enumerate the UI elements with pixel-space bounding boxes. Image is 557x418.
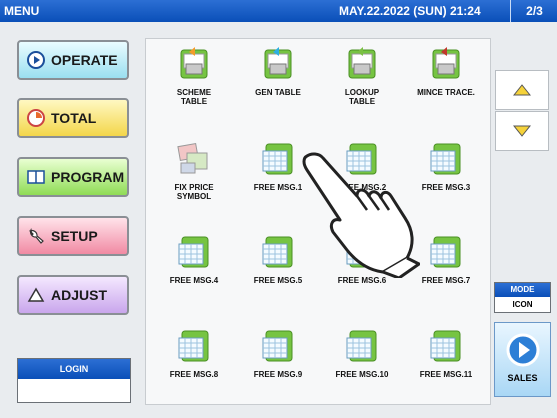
message-icon <box>262 330 293 362</box>
menu-item-label: FREE MSG.8 <box>169 370 219 379</box>
menu-item-label: FIX PRICE SYMBOL <box>174 183 214 201</box>
scroll-up-button[interactable] <box>495 70 549 110</box>
mode-value: ICON <box>512 300 533 309</box>
adjust-button[interactable]: ADJUST <box>17 275 129 315</box>
menu-item-label: SCHEME TABLE <box>176 88 212 106</box>
page-indicator: 2/3 <box>510 0 557 22</box>
menu-item-label: LOOKUP TABLE <box>344 88 380 106</box>
table-icon <box>180 47 208 79</box>
operate-button[interactable]: OPERATE <box>17 40 129 80</box>
menu-item[interactable]: FREE MSG.4 <box>151 234 237 285</box>
meat-icon <box>432 47 460 79</box>
clock-icon <box>27 109 45 127</box>
message-icon <box>178 330 209 362</box>
mode-label: MODE <box>495 283 550 297</box>
date-time: MAY.22.2022 (SUN) 21:24 <box>339 4 481 18</box>
play-icon <box>27 51 45 69</box>
message-icon <box>262 236 293 268</box>
menu-item[interactable]: FIX PRICE SYMBOL <box>151 141 237 201</box>
price-symbol-icon <box>177 142 208 174</box>
scroll-down-button[interactable] <box>495 111 549 151</box>
menu-item[interactable]: SCHEME TABLE <box>151 46 237 106</box>
total-button[interactable]: TOTAL <box>17 98 129 138</box>
message-icon <box>430 143 461 175</box>
pointing-hand-icon <box>302 152 420 278</box>
login-label: LOGIN <box>18 359 130 379</box>
sales-button[interactable]: SALES <box>494 322 551 397</box>
message-icon <box>430 330 461 362</box>
menu-item[interactable]: FREE MSG.9 <box>235 328 321 379</box>
menu-item[interactable]: GEN TABLE <box>235 46 321 97</box>
book-icon <box>27 168 45 186</box>
message-icon <box>178 236 209 268</box>
adjust-label: ADJUST <box>51 287 108 303</box>
menu-item[interactable]: FREE MSG.10 <box>319 328 405 379</box>
menu-item-label: GEN TABLE <box>255 88 301 97</box>
wrench-icon <box>27 227 45 245</box>
operate-label: OPERATE <box>51 52 118 68</box>
menu-item-label: FREE MSG.9 <box>253 370 303 379</box>
message-icon <box>346 330 377 362</box>
message-icon <box>262 143 293 175</box>
table-icon <box>348 47 376 79</box>
sales-label: SALES <box>507 373 538 383</box>
menu-item[interactable]: MINCE TRACE. <box>403 46 489 97</box>
table-icon <box>264 47 292 79</box>
menu-item-label: FREE MSG.11 <box>419 370 473 379</box>
menu-item[interactable]: FREE MSG.11 <box>403 328 489 379</box>
play-circle-icon <box>506 333 539 367</box>
menu-item-label: FREE MSG.10 <box>335 370 389 379</box>
setup-button[interactable]: SETUP <box>17 216 129 256</box>
top-bar: MENU MAY.22.2022 (SUN) 21:24 2/3 <box>0 0 557 22</box>
program-label: PROGRAM <box>51 169 125 185</box>
menu-item[interactable]: FREE MSG.8 <box>151 328 237 379</box>
message-icon <box>430 236 461 268</box>
total-label: TOTAL <box>51 110 97 126</box>
menu-item-label: MINCE TRACE. <box>417 88 475 97</box>
program-button[interactable]: PROGRAM <box>17 157 129 197</box>
menu-title: MENU <box>4 4 40 18</box>
menu-item-label: FREE MSG.4 <box>169 276 219 285</box>
arrow-down-icon <box>513 125 531 137</box>
arrow-up-icon <box>513 84 531 96</box>
setup-label: SETUP <box>51 228 98 244</box>
login-box[interactable]: LOGIN <box>17 358 131 403</box>
scale-icon <box>27 286 45 304</box>
menu-item[interactable]: LOOKUP TABLE <box>319 46 405 106</box>
mode-indicator[interactable]: MODE ICON <box>494 282 551 313</box>
